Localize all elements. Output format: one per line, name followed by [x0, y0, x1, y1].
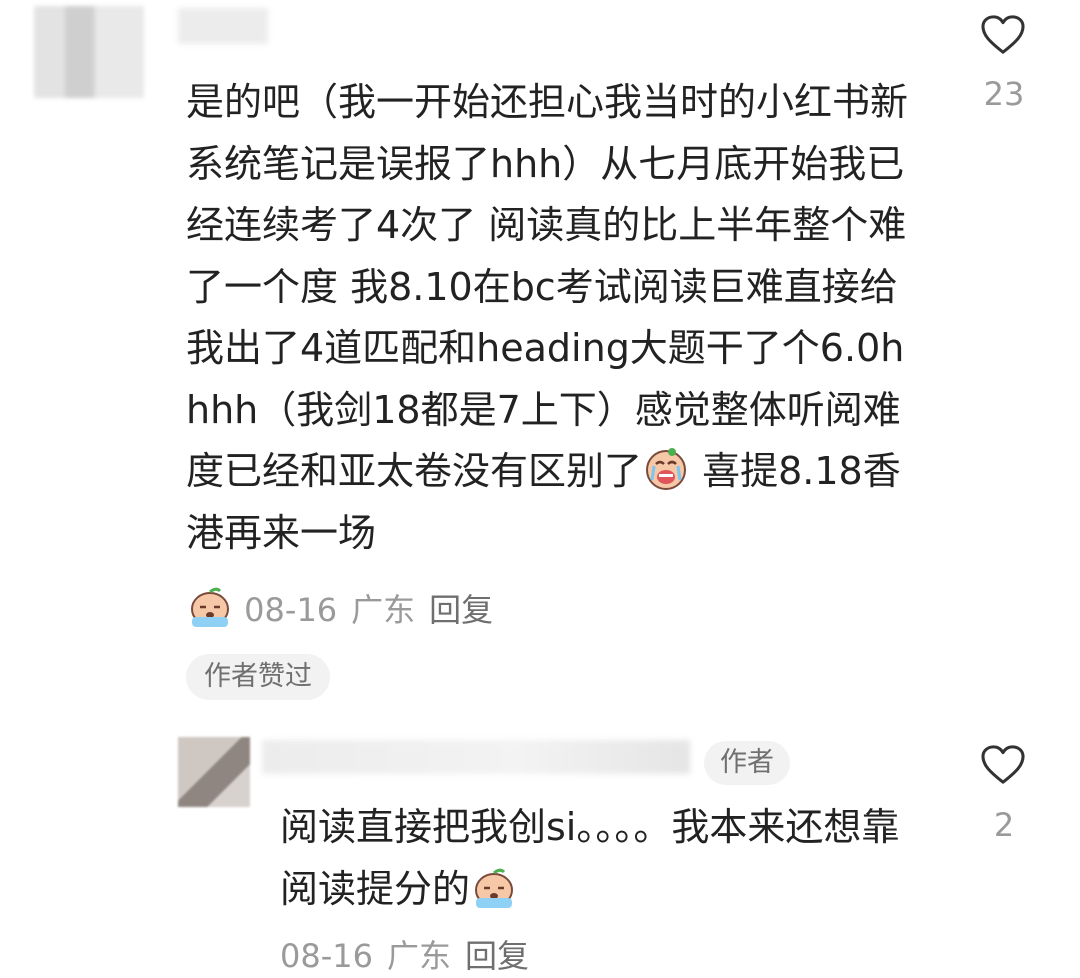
author-tag: 作者 — [704, 741, 790, 785]
heart-icon — [981, 745, 1025, 784]
reply-like-button[interactable] — [980, 744, 1026, 790]
comment-text: 是的吧（我一开始还担心我当时的小红书新系统笔记是误报了hhh）从七月底开始我已经… — [186, 80, 909, 555]
reply-meta: 08-16 广东 回复 — [280, 934, 529, 978]
reply-location: 广东 — [386, 937, 451, 975]
crying-face-emoji-icon — [642, 444, 690, 492]
username[interactable] — [178, 8, 268, 44]
comment-location: 广东 — [351, 591, 416, 629]
like-button[interactable] — [980, 14, 1026, 60]
heart-icon — [981, 15, 1025, 54]
like-count: 23 — [983, 75, 1025, 113]
comment-date: 08-16 — [244, 591, 338, 629]
reply-like-count: 2 — [993, 806, 1015, 844]
avatar[interactable] — [34, 6, 144, 98]
crying-peach-emoji-icon — [186, 583, 234, 631]
author-liked-badge: 作者赞过 — [186, 654, 330, 700]
reply-username[interactable] — [262, 740, 690, 774]
reply-reply-button[interactable]: 回复 — [465, 937, 529, 975]
crying-peach-emoji-icon — [470, 864, 518, 912]
comment-meta: 08-16 广东 回复 — [186, 583, 493, 629]
reply-avatar[interactable] — [178, 737, 250, 807]
reply-date: 08-16 — [280, 937, 373, 975]
reply-button[interactable]: 回复 — [429, 591, 493, 629]
reply-text: 阅读直接把我创si。。。。我本来还想靠阅读提分的 — [280, 805, 900, 912]
